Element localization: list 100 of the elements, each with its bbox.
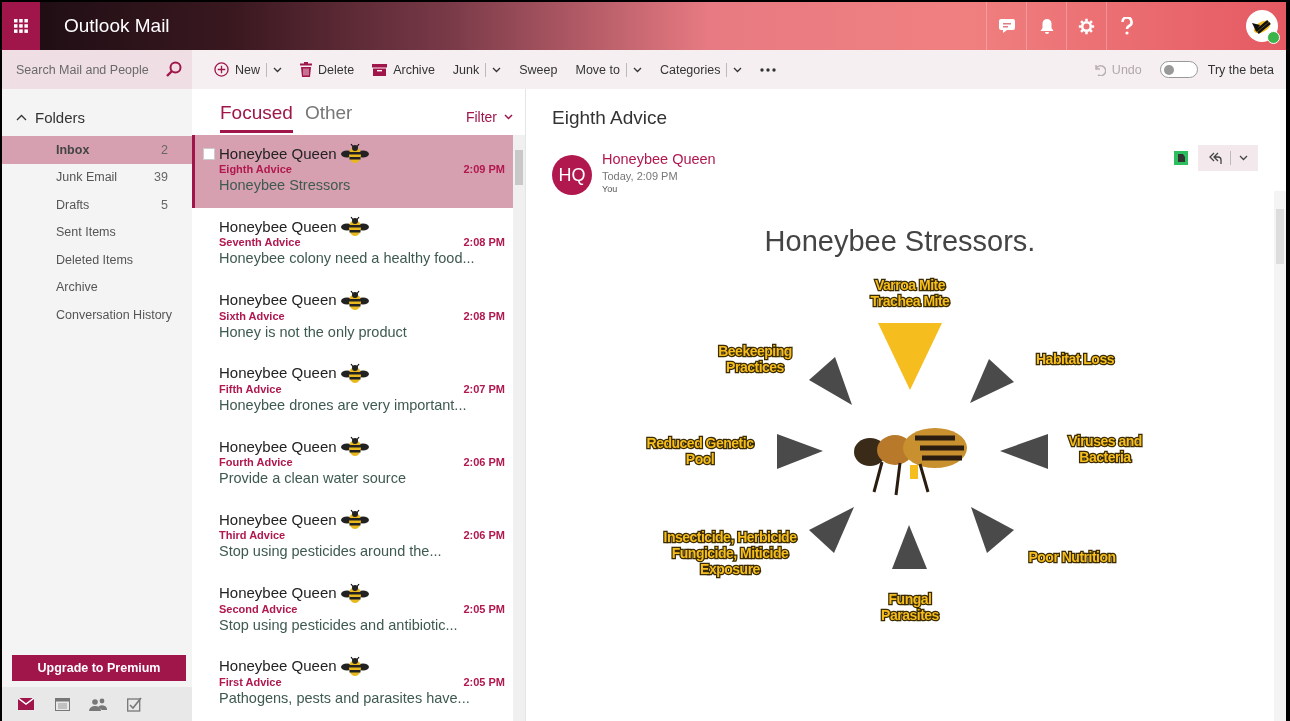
search-field[interactable]: Search Mail and People [2, 50, 162, 89]
question-mark-icon [1120, 17, 1133, 35]
calendar-icon [54, 697, 70, 711]
folder-item[interactable]: Inbox 2 [2, 136, 192, 164]
sender-name: Honeybee Queen [219, 217, 337, 235]
sender-name: Honeybee Queen [219, 510, 337, 528]
message-item[interactable]: Honeybee Queen Eighth Advice 2:09 PM Honeybee Stressors [192, 135, 513, 209]
folders-header[interactable]: Folders [2, 89, 86, 136]
folder-name: Drafts [56, 197, 91, 212]
message-item[interactable]: Honeybee Queen Fifth Advice 2:07 PM Honeybee drones are very important... [192, 354, 513, 428]
sender-name[interactable]: Honeybee Queen [602, 151, 716, 167]
message-subject: Fifth Advice [219, 382, 282, 395]
email-subject: Eighth Advice [551, 106, 669, 130]
message-time: 2:08 PM [463, 309, 505, 322]
folder-item[interactable]: Archive [2, 273, 192, 301]
undo-icon [1092, 63, 1106, 76]
add-in-icon[interactable] [1174, 151, 1188, 165]
checkbox[interactable] [203, 148, 215, 160]
message-subject: Seventh Advice [219, 236, 301, 249]
grid-icon [14, 19, 28, 33]
message-preview: Provide a clean water source [219, 470, 407, 486]
toolbar-button[interactable]: Sweep [519, 50, 558, 89]
sender-name: Honeybee Queen [219, 144, 337, 162]
stressor-label: Poor Nutrition [1028, 549, 1116, 565]
ellipsis-icon [760, 67, 777, 72]
message-item[interactable]: Honeybee Queen Sixth Advice 2:08 PM Honey is not the only product [192, 281, 513, 355]
message-preview: Honeybee Stressors [219, 177, 352, 193]
scrollbar[interactable] [1274, 191, 1286, 721]
toolbar-button[interactable]: Move to [575, 50, 642, 89]
message-preview: Honeybee drones are very important... [219, 396, 468, 413]
trash-icon [300, 62, 312, 77]
stressor-label: Habitat Loss [1036, 351, 1114, 367]
toggle-label: Try the beta [1207, 62, 1274, 77]
pivot-tab[interactable]: Other [304, 102, 353, 133]
scrollbar[interactable] [513, 135, 525, 721]
chevron-down-icon [733, 66, 743, 73]
toolbar-button[interactable]: Categories [659, 50, 743, 89]
unread-count: 39 [154, 170, 168, 185]
chevron-down-icon [504, 114, 513, 120]
sender-name: Honeybee Queen [219, 657, 337, 675]
app-launcher-button[interactable] [2, 2, 40, 50]
toolbar-button[interactable]: Delete [300, 50, 355, 89]
unread-count: 5 [161, 197, 168, 212]
beta-toggle[interactable] [1159, 61, 1198, 78]
folder-name: Archive [56, 280, 99, 295]
message-subject: Fourth Advice [219, 456, 293, 468]
stressor-label: Varroa Mite Trachea Mite [870, 277, 950, 309]
folder-name: Conversation History [56, 307, 172, 322]
mail-icon [18, 698, 34, 710]
online-status-icon [1267, 31, 1280, 44]
message-preview: Honeybee colony need a healthy food... [219, 250, 476, 267]
message-preview: Honey is not the only product [219, 323, 408, 340]
reply-all-button[interactable] [1198, 145, 1258, 171]
archive-box-icon [372, 63, 388, 76]
message-time: 2:05 PM [463, 602, 505, 615]
message-subject: Eighth Advice [219, 163, 292, 175]
search-icon[interactable] [162, 50, 192, 89]
filter-button[interactable]: Filter [465, 109, 513, 133]
message-item[interactable]: Honeybee Queen First Advice 2:05 PM Pathogens, pests and parasites have... [192, 647, 513, 721]
folder-item[interactable]: Deleted Items [2, 246, 192, 274]
message-time: 2:07 PM [463, 382, 505, 395]
stressor-label: Insecticide, Herbicide Fungicide, Miticide Exposure [663, 529, 797, 577]
toolbar-button[interactable]: New [214, 50, 282, 89]
stressor-label: Reduced Genetic Pool [646, 435, 754, 467]
stressor-label: Beekeeping Practices [718, 343, 792, 375]
unread-count: 2 [161, 142, 168, 157]
toolbar-button[interactable]: Archive [372, 50, 435, 89]
bell-icon [1039, 17, 1054, 35]
folder-item[interactable]: Conversation History [2, 301, 192, 329]
message-item[interactable]: Honeybee Queen Seventh Advice 2:08 PM Honeybee colony need a healthy food... [192, 208, 513, 282]
message-time: 2:08 PM [463, 236, 505, 249]
toolbar-button[interactable]: Junk [452, 50, 502, 89]
message-item[interactable]: Honeybee Queen Fourth Advice 2:06 PM Provide a clean water source [192, 428, 513, 502]
folder-item[interactable]: Junk Email 39 [2, 163, 192, 191]
message-time: 2:06 PM [463, 529, 505, 542]
chevron-down-icon [492, 66, 502, 73]
recipient-name[interactable]: You [602, 184, 716, 194]
folder-name: Inbox [56, 142, 91, 157]
settings-icon [1078, 17, 1095, 35]
speech-bubble-icon [997, 18, 1016, 34]
people-icon [89, 697, 107, 711]
chevron-icon [16, 114, 27, 121]
message-time: 2:06 PM [463, 456, 505, 468]
email-date: Today, 2:09 PM [602, 170, 679, 182]
profile-avatar[interactable] [1246, 10, 1278, 42]
folder-item[interactable]: Sent Items [2, 218, 192, 246]
message-subject: Third Advice [219, 529, 286, 542]
message-item[interactable]: Honeybee Queen Second Advice 2:05 PM Stop using pesticides and antibiotic... [192, 574, 513, 648]
upgrade-button[interactable]: Upgrade to Premium [12, 655, 186, 681]
message-subject: First Advice [219, 675, 282, 688]
message-preview: Stop using pesticides and antibiotic... [219, 616, 459, 633]
folder-item[interactable]: Drafts 5 [2, 191, 192, 219]
infographic-title: Honeybee Stressors. [764, 225, 1036, 258]
message-item[interactable]: Honeybee Queen Third Advice 2:06 PM Stop using pesticides around the... [192, 501, 513, 575]
message-preview: Pathogens, pests and parasites have... [219, 689, 471, 706]
sender-name: Honeybee Queen [219, 291, 337, 308]
message-time: 2:09 PM [463, 163, 505, 175]
plus-circle-icon [214, 62, 229, 77]
chevron-down-icon [632, 66, 642, 73]
sender-name: Honeybee Queen [219, 364, 337, 382]
